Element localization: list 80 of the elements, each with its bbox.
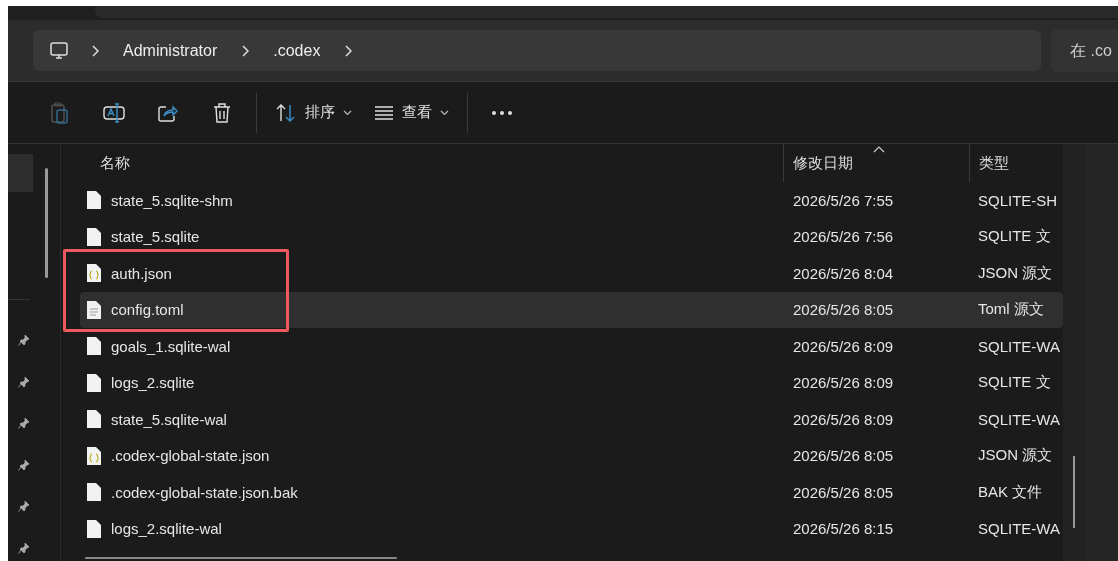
file-type: SQLITE-WA: [978, 520, 1060, 538]
file-type: SQLITE 文: [978, 227, 1051, 245]
column-header[interactable]: 名称: [100, 153, 130, 173]
file-row[interactable]: .codex-global-state.json.bak 2026/5/26 8:05 BAK 文件: [80, 474, 1063, 511]
pin-icon[interactable]: [18, 500, 30, 512]
file-icon: [87, 373, 101, 392]
scrollbar[interactable]: [85, 557, 397, 559]
sort-button[interactable]: 排序: [269, 94, 358, 131]
file-type: JSON 源文: [978, 446, 1053, 464]
file-type: SQLITE-WA: [978, 410, 1060, 428]
modified-date: 2026/5/26 8:05: [793, 483, 894, 501]
file-name: .codex-global-state.json: [111, 447, 270, 465]
pin-icon[interactable]: [18, 541, 30, 554]
file-row[interactable]: state_5.sqlite-shm 2026/5/26 7:55 SQLITE-SH: [80, 182, 1063, 219]
column-header[interactable]: 类型: [979, 153, 1009, 173]
file-type: Toml 源文: [978, 300, 1044, 318]
file-type: BAK 文件: [978, 482, 1043, 500]
chevron-right-icon[interactable]: [241, 44, 250, 57]
file-icon: [87, 519, 101, 538]
file-name: state_5.sqlite: [111, 228, 200, 246]
file-type: SQLITE 文: [978, 373, 1051, 391]
modified-date: 2026/5/26 8:04: [793, 264, 894, 282]
modified-date: 2026/5/26 8:09: [793, 374, 894, 392]
file-icon: [87, 410, 101, 429]
file-name: logs_2.sqlite: [111, 374, 195, 392]
file-name: goals_1.sqlite-wal: [111, 337, 231, 355]
file-name: logs_2.sqlite-wal: [111, 520, 222, 538]
rename-icon: [102, 101, 126, 124]
file-type: SQLITE-SH: [978, 191, 1058, 209]
file-name: config.toml: [111, 301, 184, 319]
file-icon: [87, 227, 101, 246]
file-row[interactable]: .codex-global-state.json 2026/5/26 8:05 JSON 源文: [80, 437, 1063, 474]
modified-date: 2026/5/26 8:05: [793, 447, 894, 465]
chevron-down-icon: [440, 109, 449, 116]
file-name: state_5.sqlite-shm: [111, 191, 233, 209]
file-type: JSON 源文: [978, 263, 1053, 281]
modified-date: 2026/5/26 8:05: [793, 301, 894, 319]
computer-icon[interactable]: [49, 41, 69, 60]
address-bar[interactable]: Administrator .codex: [33, 30, 1041, 71]
file-row[interactable]: auth.json 2026/5/26 8:04 JSON 源文: [80, 255, 1063, 292]
breadcrumb-item[interactable]: Administrator: [123, 41, 218, 60]
lines-icon: [374, 105, 394, 120]
modified-date: 2026/5/26 7:56: [793, 228, 894, 246]
breadcrumb-item[interactable]: .codex: [273, 41, 321, 60]
chevron-down-icon: [343, 109, 352, 116]
column-header[interactable]: 修改日期: [793, 153, 853, 173]
scrollbar[interactable]: [45, 168, 48, 278]
modified-date: 2026/5/26 8:09: [793, 337, 894, 355]
trash-icon: [212, 101, 232, 124]
text-file-icon: [87, 300, 101, 319]
file-row[interactable]: logs_2.sqlite-wal 2026/5/26 8:15 SQLITE-WA: [80, 510, 1063, 547]
json-file-icon: [87, 446, 101, 465]
json-file-icon: [87, 264, 101, 283]
pin-icon[interactable]: [18, 417, 30, 429]
file-type: SQLITE-WA: [978, 337, 1060, 355]
chevron-right-icon[interactable]: [91, 44, 99, 57]
modified-date: 2026/5/26 8:15: [793, 520, 894, 538]
sort-arrows-icon: [275, 102, 297, 123]
file-row[interactable]: goals_1.sqlite-wal 2026/5/26 8:09 SQLITE-WA: [80, 328, 1063, 365]
file-row[interactable]: config.toml 2026/5/26 8:05 Toml 源文: [80, 291, 1063, 328]
modified-date: 2026/5/26 8:09: [793, 410, 894, 428]
file-row[interactable]: state_5.sqlite 2026/5/26 7:56 SQLITE 文: [80, 218, 1063, 255]
view-button[interactable]: 查看: [368, 94, 455, 131]
file-name: state_5.sqlite-wal: [111, 410, 227, 428]
pin-icon[interactable]: [18, 458, 30, 471]
file-icon: [87, 191, 101, 210]
more-icon: [491, 110, 513, 115]
file-icon: [87, 337, 101, 356]
scrollbar[interactable]: [1073, 456, 1075, 528]
chevron-right-icon[interactable]: [344, 44, 353, 57]
search-field[interactable]: 在 .co: [1051, 29, 1118, 72]
pin-icon[interactable]: [18, 375, 30, 388]
file-name: auth.json: [111, 264, 172, 282]
clipboard-icon: [50, 101, 70, 124]
modified-date: 2026/5/26 7:55: [793, 191, 894, 209]
file-row[interactable]: state_5.sqlite-wal 2026/5/26 8:09 SQLITE-WA: [80, 401, 1063, 438]
file-name: .codex-global-state.json.bak: [111, 483, 298, 501]
file-icon: [87, 483, 101, 502]
pin-icon[interactable]: [18, 334, 30, 346]
file-row[interactable]: logs_2.sqlite 2026/5/26 8:09 SQLITE 文: [80, 364, 1063, 401]
